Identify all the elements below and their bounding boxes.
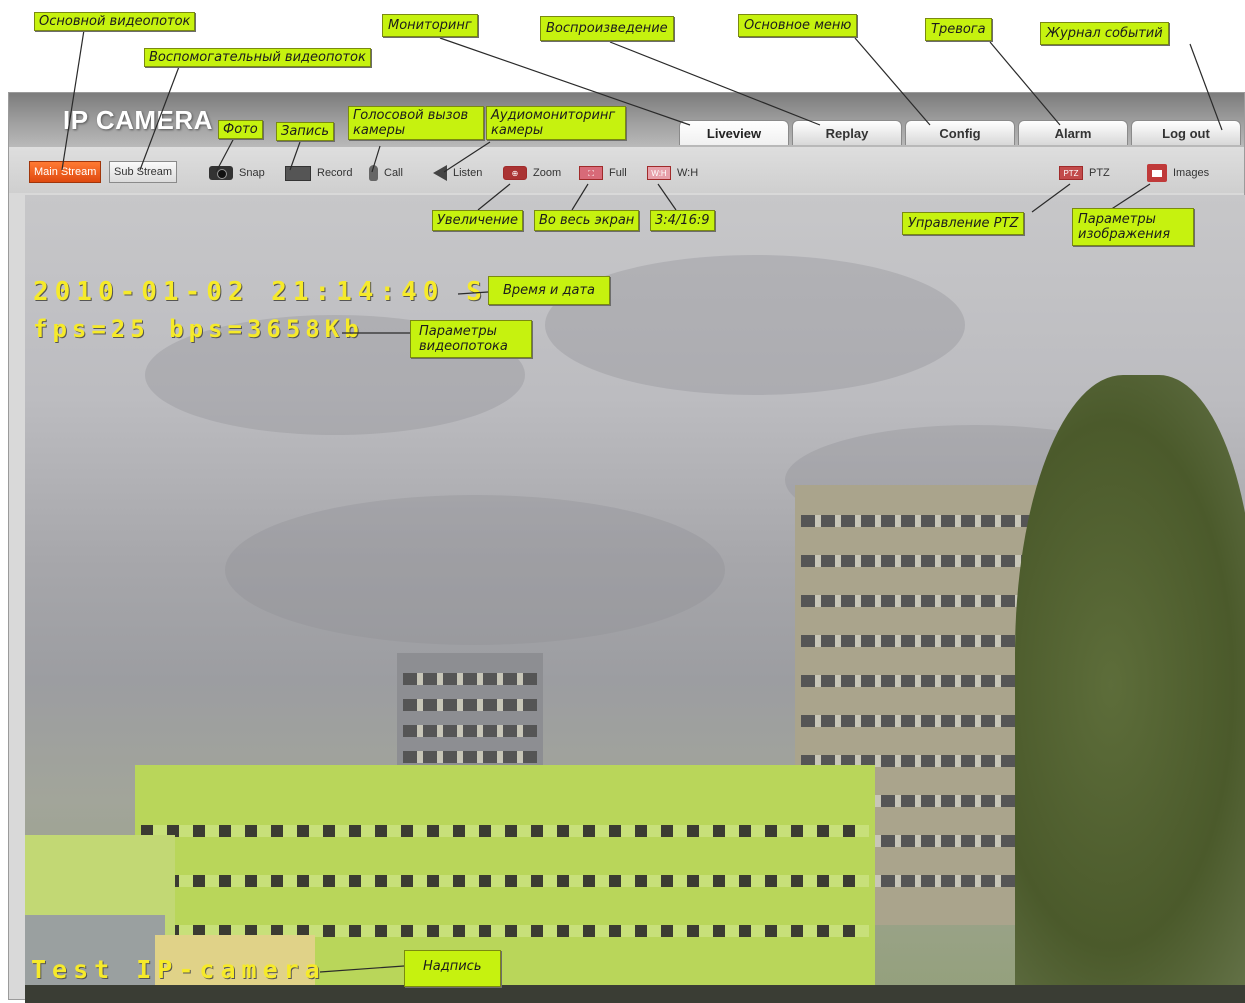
record-button[interactable]: Record [285, 164, 352, 182]
callout-zoom: Увеличение [432, 210, 523, 231]
speaker-icon [433, 165, 447, 181]
callout-voice-call: Голосовой вызов камеры [348, 106, 484, 140]
osd-stream-info: fps=25 bps=3658Kb [33, 315, 364, 343]
tab-alarm[interactable]: Alarm [1018, 120, 1128, 145]
microphone-icon [369, 165, 378, 181]
sub-stream-button[interactable]: Sub Stream [109, 161, 178, 183]
live-video[interactable]: 2010-01-02 21:14:40 SAT fps=25 bps=3658K… [25, 195, 1245, 1003]
tree [1015, 375, 1245, 995]
aspect-ratio-label: W:H [677, 167, 699, 179]
callout-monitoring: Мониторинг [382, 14, 478, 37]
callout-audio-monitoring: Аудиомониторинг камеры [486, 106, 626, 140]
images-label: Images [1173, 167, 1210, 179]
cloud [225, 495, 725, 645]
callout-event-log: Журнал событий [1040, 22, 1169, 45]
callout-stream-params: Параметры видеопотока [410, 320, 532, 358]
tab-logout[interactable]: Log out [1131, 120, 1241, 145]
images-button[interactable]: Images [1147, 164, 1209, 182]
tab-replay[interactable]: Replay [792, 120, 902, 145]
callout-main-menu: Основное меню [738, 14, 858, 37]
ptz-button[interactable]: PTZ PTZ [1059, 164, 1110, 182]
callout-aspect: 3:4/16:9 [650, 210, 715, 231]
call-label: Call [384, 167, 403, 179]
osd-datetime: 2010-01-02 21:14:40 SAT [33, 277, 532, 307]
callout-playback: Воспроизведение [540, 16, 674, 41]
brand-title: IP CAMERA [63, 105, 213, 135]
title-bar: IP CAMERA Liveview Replay Config Alarm L… [9, 93, 1244, 147]
image-settings-icon [1147, 164, 1167, 182]
callout-datetime: Время и дата [488, 276, 611, 305]
callout-image-params: Параметры изображения [1072, 208, 1194, 246]
callout-fullscreen: Во весь экран [534, 210, 640, 231]
zoom-label: Zoom [533, 167, 562, 179]
snap-label: Snap [239, 167, 265, 179]
callout-ptz: Управление PTZ [902, 212, 1025, 235]
snap-button[interactable]: Snap [209, 164, 265, 182]
foreground-roofs [25, 985, 1245, 1003]
tab-config[interactable]: Config [905, 120, 1015, 145]
callout-main-stream: Основной видеопоток [34, 12, 196, 31]
fullscreen-icon [579, 166, 603, 180]
callout-record: Запись [276, 122, 335, 141]
ptz-icon: PTZ [1059, 166, 1083, 180]
zoom-icon [503, 166, 527, 180]
listen-label: Listen [453, 167, 483, 179]
aspect-ratio-button[interactable]: W:H W:H [647, 164, 698, 182]
aspect-ratio-icon: W:H [647, 166, 671, 180]
callout-caption: Надпись [404, 950, 501, 987]
call-button[interactable]: Call [369, 164, 403, 182]
osd-caption: Test IP-camera [31, 955, 326, 984]
callout-sub-stream: Воспомогательный видеопоток [144, 48, 371, 67]
callout-photo: Фото [218, 120, 263, 139]
ptz-label: PTZ [1089, 167, 1110, 179]
callout-alarm: Тревога [925, 18, 992, 41]
camera-icon [209, 166, 233, 180]
listen-button[interactable]: Listen [425, 164, 482, 182]
full-label: Full [609, 167, 627, 179]
zoom-button[interactable]: Zoom [503, 164, 561, 182]
video-camera-icon [285, 165, 311, 181]
full-button[interactable]: Full [579, 164, 627, 182]
toolbar: Main Stream Sub Stream Snap Record Call … [9, 147, 1244, 193]
main-stream-button[interactable]: Main Stream [29, 161, 102, 183]
tab-liveview[interactable]: Liveview [679, 120, 789, 145]
record-label: Record [317, 167, 353, 179]
